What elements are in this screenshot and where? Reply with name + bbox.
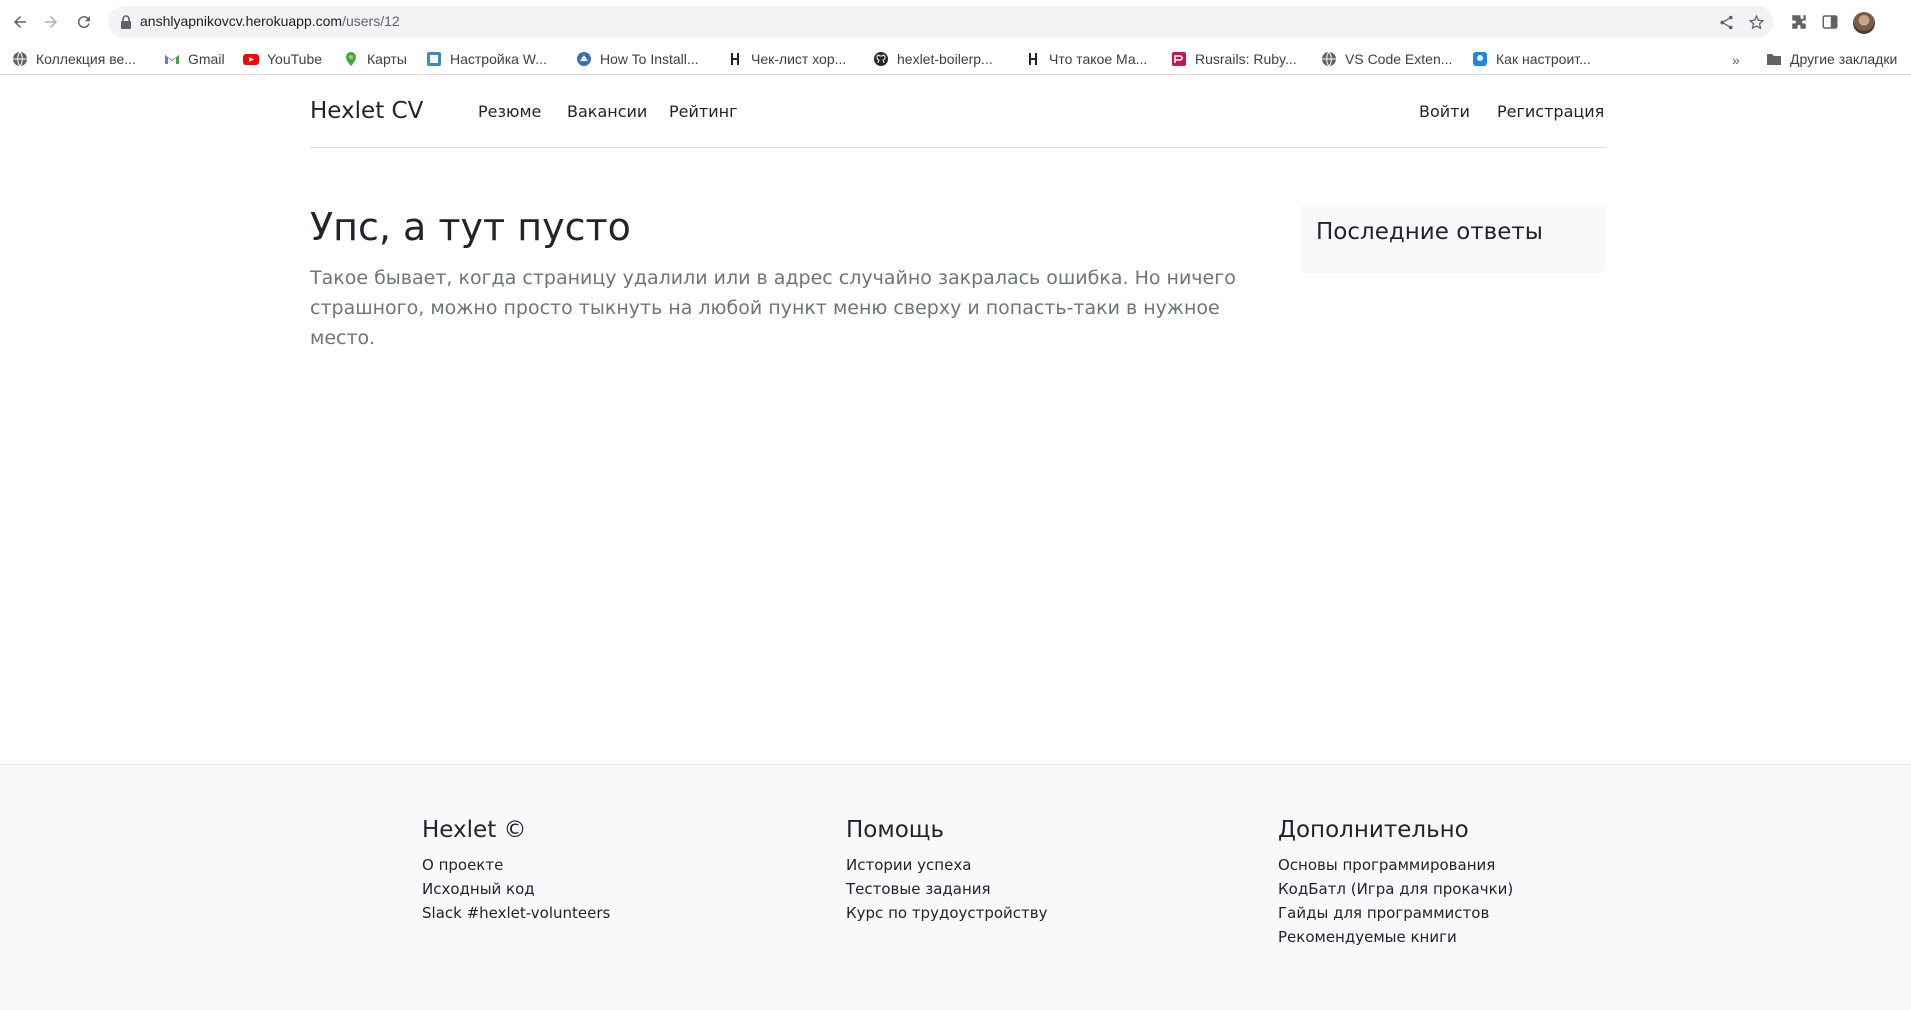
footer-link-slack[interactable]: Slack #hexlet-volunteers: [422, 901, 610, 925]
other-bookmarks-label: Другие закладки: [1790, 51, 1898, 67]
nav-link-vacancies[interactable]: Вакансии: [567, 102, 647, 121]
footer-heading: Дополнительно: [1278, 817, 1469, 843]
forward-button[interactable]: [40, 11, 62, 33]
bookmark-label: hexlet-boilerp...: [897, 51, 993, 67]
bookmark-item[interactable]: Rusrails: Ruby...: [1171, 49, 1297, 69]
bookmark-item[interactable]: Как настроит...: [1472, 49, 1591, 69]
footer-heading: Hexlet ©: [422, 817, 527, 843]
bookmark-label: Что такое Ма...: [1049, 51, 1148, 67]
back-button[interactable]: [9, 11, 31, 33]
rails-icon: [1172, 52, 1186, 66]
site-icon: [577, 52, 591, 66]
youtube-icon: [243, 54, 259, 65]
bookmark-item[interactable]: Что такое Ма...: [1025, 49, 1147, 69]
bookmark-label: Настройка W...: [450, 51, 547, 67]
other-bookmarks-folder[interactable]: Другие закладки: [1766, 49, 1897, 69]
bookmark-label: Rusrails: Ruby...: [1195, 51, 1297, 67]
folder-icon: [1767, 54, 1781, 65]
bookmark-label: How To Install...: [600, 51, 699, 67]
bookmark-item[interactable]: Чек-лист хор...: [727, 49, 846, 69]
footer-link-books[interactable]: Рекомендуемые книги: [1278, 925, 1513, 949]
globe-icon: [13, 51, 27, 67]
url-host: anshlyapnikovcv.herokuapp.com: [140, 13, 343, 29]
address-bar[interactable]: anshlyapnikovcv.herokuapp.com/users/12: [108, 6, 1773, 38]
url-path: /users/12: [342, 13, 400, 29]
footer-link-test-tasks[interactable]: Тестовые задания: [846, 877, 1048, 901]
share-icon[interactable]: [1718, 14, 1735, 31]
reload-icon: [77, 16, 90, 29]
page-description: Такое бывает, когда страницу удалили или…: [310, 267, 1236, 349]
lock-icon: [121, 15, 131, 29]
profile-avatar[interactable]: [1853, 12, 1875, 34]
url-text: anshlyapnikovcv.herokuapp.com/users/12: [140, 13, 400, 29]
side-panel-icon[interactable]: [1821, 13, 1839, 31]
bookmark-label: VS Code Exten...: [1345, 51, 1453, 67]
bookmark-label: Коллекция ве...: [36, 51, 136, 67]
signup-link[interactable]: Регистрация: [1497, 102, 1604, 121]
nav-link-rating[interactable]: Рейтинг: [669, 102, 737, 121]
bookmark-label: YouTube: [267, 51, 323, 67]
bookmark-item[interactable]: VS Code Exten...: [1321, 49, 1452, 69]
globe-icon: [1322, 51, 1336, 67]
more-bookmarks-button[interactable]: »: [1732, 52, 1740, 68]
footer-column-help: Помощь Истории успеха Тестовые задания К…: [846, 817, 1048, 925]
footer-link-success-stories[interactable]: Истории успеха: [846, 853, 1048, 877]
star-icon[interactable]: [1748, 14, 1765, 31]
login-link[interactable]: Войти: [1419, 102, 1470, 121]
hexlet-icon: [1029, 53, 1037, 65]
bookmark-item[interactable]: Gmail: [164, 49, 225, 69]
brand-logo[interactable]: Hexlet CV: [310, 98, 423, 124]
address-bar-row: anshlyapnikovcv.herokuapp.com/users/12: [0, 0, 1911, 44]
browser-chrome: anshlyapnikovcv.herokuapp.com/users/12 К…: [0, 0, 1911, 75]
bookmark-item[interactable]: YouTube: [243, 49, 322, 69]
gmail-icon: [165, 55, 179, 64]
nav-link-resume[interactable]: Резюме: [478, 102, 541, 121]
latest-answers-title: Последние ответы: [1316, 219, 1543, 245]
bookmarks-bar: Коллекция ве... Gmail YouTube Карты Наст…: [0, 44, 1911, 74]
site-header: Hexlet CV Резюме Вакансии Рейтинг Войти …: [310, 76, 1606, 148]
footer-link-source[interactable]: Исходный код: [422, 877, 610, 901]
site-footer: Hexlet © О проекте Исходный код Slack #h…: [0, 764, 1911, 1010]
latest-answers-panel: Последние ответы: [1300, 205, 1606, 273]
extensions-icon[interactable]: [1790, 13, 1808, 31]
arrow-right-icon: [45, 16, 57, 28]
bookmark-item[interactable]: Коллекция ве...: [12, 49, 136, 69]
github-icon: [874, 52, 888, 66]
site-icon: [1473, 52, 1487, 66]
footer-link-career-course[interactable]: Курс по трудоустройству: [846, 901, 1048, 925]
footer-link-programming-basics[interactable]: Основы программирования: [1278, 853, 1513, 877]
maps-icon: [346, 52, 356, 66]
page-title: Упс, а тут пусто: [310, 205, 631, 249]
footer-link-about[interactable]: О проекте: [422, 853, 610, 877]
arrow-left-icon: [14, 16, 26, 28]
bookmark-label: Как настроит...: [1496, 51, 1591, 67]
hexlet-icon: [731, 53, 739, 65]
bookmark-item[interactable]: Настройка W...: [426, 49, 547, 69]
bookmark-label: Чек-лист хор...: [751, 51, 847, 67]
footer-column-extra: Дополнительно Основы программирования Ко…: [1278, 817, 1513, 949]
footer-heading: Помощь: [846, 817, 945, 843]
reload-button[interactable]: [73, 11, 95, 33]
footer-link-guides[interactable]: Гайды для программистов: [1278, 901, 1513, 925]
bookmark-label: Карты: [367, 51, 407, 67]
site-icon: [427, 52, 441, 66]
bookmark-item[interactable]: How To Install...: [576, 49, 699, 69]
footer-column-hexlet: Hexlet © О проекте Исходный код Slack #h…: [422, 817, 610, 925]
footer-link-codebattle[interactable]: КодБатл (Игра для прокачки): [1278, 877, 1513, 901]
bookmark-item[interactable]: hexlet-boilerp...: [873, 49, 993, 69]
bookmark-label: Gmail: [188, 51, 225, 67]
bookmark-item[interactable]: Карты: [343, 49, 407, 69]
